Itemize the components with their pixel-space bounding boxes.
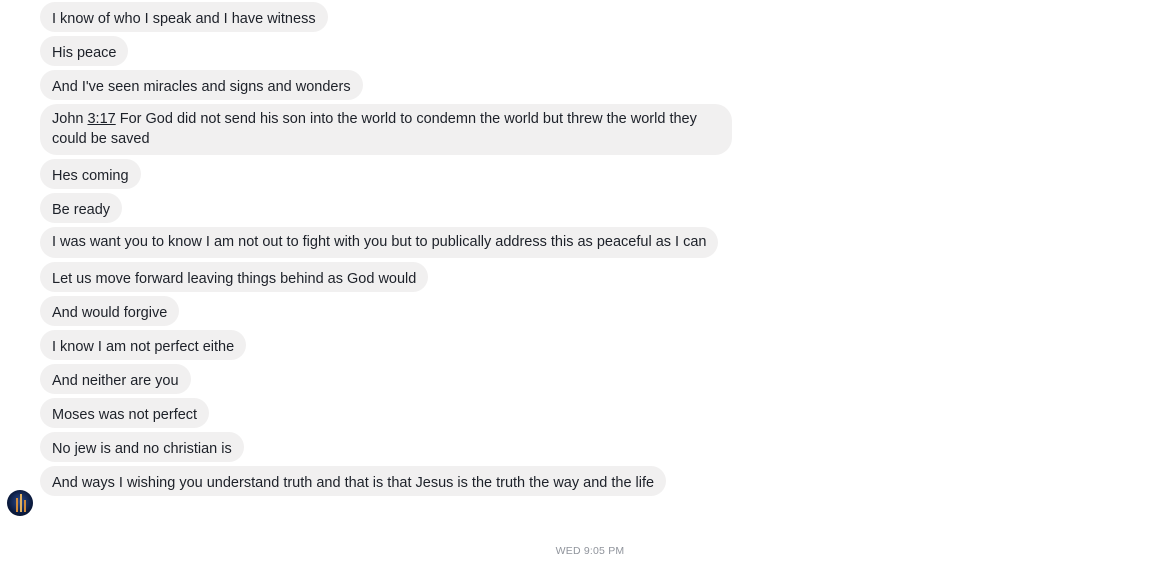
avatar-detail (20, 494, 22, 512)
message-bubble[interactable]: Moses was not perfect (40, 398, 210, 428)
message-bubble[interactable]: Hes coming (40, 159, 141, 189)
message-bubble[interactable]: And ways I wishing you understand truth … (40, 466, 667, 496)
message-bubble[interactable]: I was want you to know I am not out to f… (40, 227, 719, 258)
message-row: Let us move forward leaving things behin… (40, 262, 740, 292)
message-row: And I've seen miracles and signs and won… (40, 70, 740, 100)
sender-avatar[interactable] (7, 490, 33, 516)
message-bubble[interactable]: And would forgive (40, 296, 180, 326)
message-row: His peace (40, 36, 740, 66)
message-bubble[interactable]: Be ready (40, 193, 123, 223)
message-prefix: John (52, 111, 88, 127)
message-row: Hes coming (40, 159, 740, 189)
message-bubble[interactable]: Let us move forward leaving things behin… (40, 262, 429, 292)
scripture-reference-link[interactable]: 3:17 (87, 111, 115, 127)
message-bubble[interactable]: His peace (40, 36, 129, 66)
avatar-detail (16, 498, 18, 512)
message-bubble[interactable]: I know of who I speak and I have witness (40, 2, 328, 32)
message-row: I was want you to know I am not out to f… (40, 227, 740, 258)
message-bubble[interactable]: I know I am not perfect eithe (40, 330, 247, 360)
message-row: Moses was not perfect (40, 398, 740, 428)
avatar-detail (24, 500, 26, 512)
message-text: For God did not send his son into the wo… (52, 111, 697, 147)
message-row: No jew is and no christian is (40, 432, 740, 462)
message-row: I know of who I speak and I have witness (40, 2, 740, 32)
message-row: Be ready (40, 193, 740, 223)
message-thread: I know of who I speak and I have witness… (40, 2, 740, 500)
message-row: And ways I wishing you understand truth … (40, 466, 740, 496)
message-row: And neither are you (40, 364, 740, 394)
message-row: I know I am not perfect eithe (40, 330, 740, 360)
message-bubble[interactable]: And neither are you (40, 364, 191, 394)
message-row: And would forgive (40, 296, 740, 326)
message-bubble[interactable]: John 3:17 For God did not send his son i… (40, 104, 732, 155)
message-bubble[interactable]: And I've seen miracles and signs and won… (40, 70, 363, 100)
message-bubble[interactable]: No jew is and no christian is (40, 432, 244, 462)
message-row: John 3:17 For God did not send his son i… (40, 104, 740, 155)
timestamp-divider: WED 9:05 PM (555, 545, 625, 557)
